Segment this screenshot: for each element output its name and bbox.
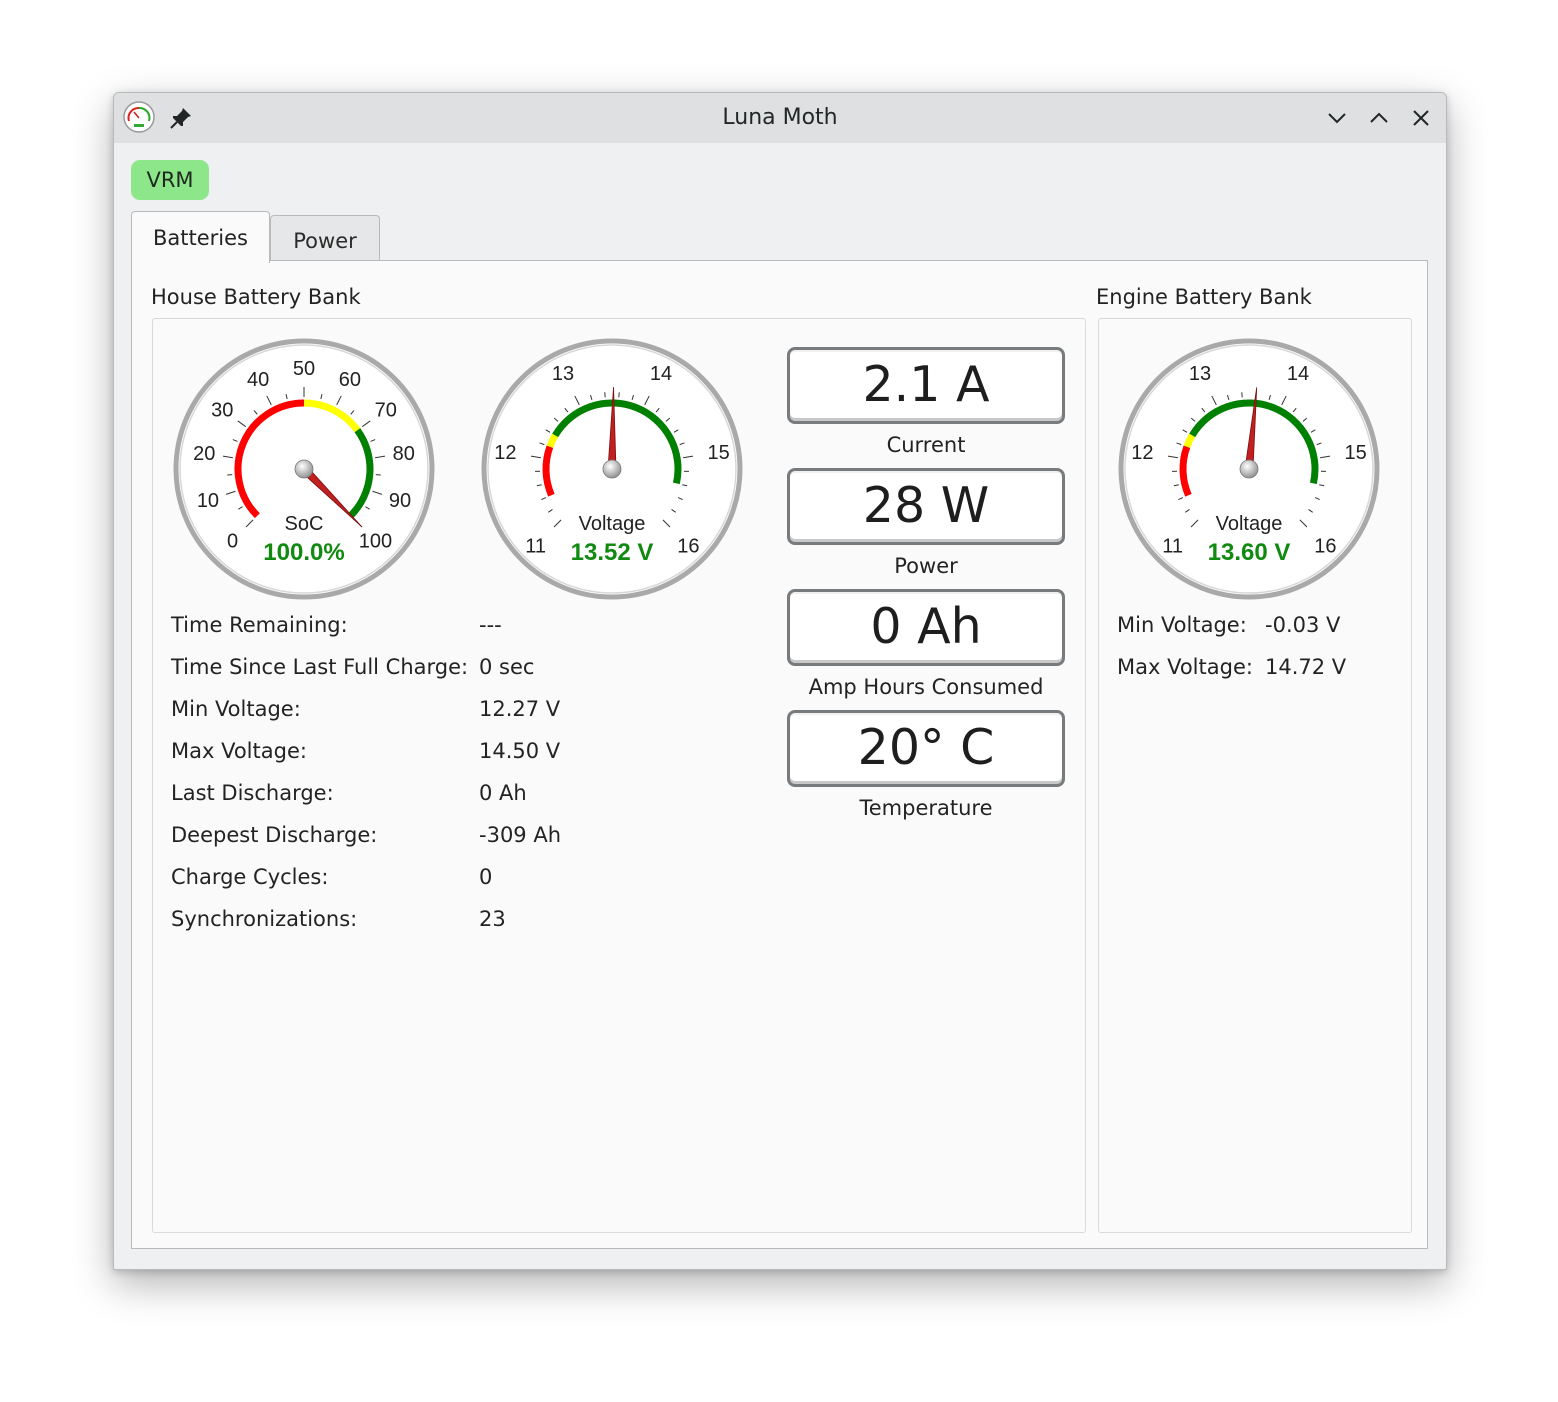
stat-value-time-since-full-charge: 0 sec bbox=[479, 655, 535, 679]
stat-label-last-discharge: Last Discharge: bbox=[171, 781, 334, 805]
house-battery-bank-title: House Battery Bank bbox=[151, 285, 361, 309]
batteries-tab-pane: House Battery Bank Engine Battery Bank 0… bbox=[131, 260, 1428, 1249]
house-voltage-gauge-tick-label: 16 bbox=[677, 535, 699, 557]
stat-value-charge-cycles: 0 bbox=[479, 865, 493, 889]
stat-label-time-remaining: Time Remaining: bbox=[171, 613, 348, 637]
temperature-display: 20° C bbox=[787, 710, 1065, 787]
vrm-button[interactable]: VRM bbox=[131, 160, 209, 200]
power-display: 28 W bbox=[787, 468, 1065, 545]
engine-voltage-gauge-value: 13.60 V bbox=[1208, 539, 1291, 566]
stat-label-synchronizations: Synchronizations: bbox=[171, 907, 358, 931]
tab-batteries[interactable]: Batteries bbox=[131, 211, 270, 263]
soc-gauge-tick-label: 70 bbox=[375, 400, 397, 422]
engine-stat-value-min-voltage: -0.03 V bbox=[1265, 613, 1341, 637]
soc-gauge-tick-label: 20 bbox=[193, 443, 215, 465]
amp-hours-caption: Amp Hours Consumed bbox=[808, 675, 1044, 699]
stat-label-charge-cycles: Charge Cycles: bbox=[171, 865, 329, 889]
tab-power[interactable]: Power bbox=[270, 215, 380, 261]
stat-value-time-remaining: --- bbox=[479, 613, 502, 637]
current-display: 2.1 A bbox=[787, 347, 1065, 424]
engine-stat-label-min-voltage: Min Voltage: bbox=[1117, 613, 1247, 637]
engine-voltage-gauge-tick-label: 11 bbox=[1162, 535, 1183, 557]
engine-stat-label-max-voltage: Max Voltage: bbox=[1117, 655, 1253, 679]
power-caption: Power bbox=[894, 554, 958, 578]
stat-label-deepest-discharge: Deepest Discharge: bbox=[171, 823, 378, 847]
engine-voltage-gauge-needle-hub bbox=[1239, 459, 1259, 479]
stat-value-last-discharge: 0 Ah bbox=[479, 781, 527, 805]
stat-value-min-voltage: 12.27 V bbox=[479, 697, 561, 721]
engine-voltage-gauge-label: Voltage bbox=[1216, 513, 1283, 535]
soc-gauge-tick-label: 10 bbox=[197, 490, 219, 512]
engine-voltage-gauge-tick-label: 13 bbox=[1189, 363, 1211, 385]
engine-voltage-gauge-tick-label: 16 bbox=[1314, 535, 1336, 557]
soc-gauge-tick-label: 30 bbox=[211, 400, 233, 422]
house-voltage-gauge-tick-label: 15 bbox=[708, 442, 730, 464]
stat-value-max-voltage: 14.50 V bbox=[479, 739, 561, 763]
soc-gauge-tick-label: 50 bbox=[293, 358, 315, 380]
current-caption: Current bbox=[886, 433, 966, 457]
minimize-button[interactable] bbox=[1324, 105, 1350, 131]
house-voltage-gauge-label: Voltage bbox=[579, 513, 646, 535]
stat-label-max-voltage: Max Voltage: bbox=[171, 739, 307, 763]
stat-label-min-voltage: Min Voltage: bbox=[171, 697, 301, 721]
engine-stat-value-max-voltage: 14.72 V bbox=[1265, 655, 1347, 679]
soc-gauge-tick-label: 0 bbox=[227, 530, 238, 552]
house-voltage-gauge-value: 13.52 V bbox=[571, 539, 654, 566]
soc-gauge-label: SoC bbox=[285, 513, 324, 535]
title-bar[interactable]: Luna Moth bbox=[114, 93, 1446, 143]
app-window: Luna Moth VRM Batteries Power House Batt… bbox=[113, 92, 1447, 1270]
window-title: Luna Moth bbox=[722, 105, 838, 130]
engine-voltage-gauge-tick-label: 14 bbox=[1287, 363, 1309, 385]
house-voltage-gauge-tick-label: 12 bbox=[494, 442, 516, 464]
soc-gauge: 0 10 20 30 40 50 60 70 80 90 100 SoC 100.0% bbox=[173, 338, 435, 600]
soc-gauge-tick-label: 90 bbox=[389, 490, 411, 512]
house-voltage-gauge-tick-label: 11 bbox=[525, 535, 546, 557]
soc-gauge-tick-label: 100 bbox=[359, 530, 392, 552]
house-voltage-gauge-tick-label: 13 bbox=[552, 363, 574, 385]
soc-gauge-tick-label: 60 bbox=[339, 369, 361, 391]
soc-gauge-value: 100.0% bbox=[263, 539, 344, 566]
house-voltage-gauge: 11 12 13 14 15 16 Voltage 13.52 V bbox=[481, 338, 743, 600]
engine-voltage-gauge-tick-label: 12 bbox=[1131, 442, 1153, 464]
engine-voltage-gauge-tick-label: 15 bbox=[1345, 442, 1367, 464]
soc-gauge-tick-label: 80 bbox=[393, 443, 415, 465]
stat-value-synchronizations: 23 bbox=[479, 907, 506, 931]
soc-gauge-needle-hub bbox=[294, 459, 314, 479]
house-voltage-gauge-tick-label: 14 bbox=[650, 363, 672, 385]
stat-value-deepest-discharge: -309 Ah bbox=[479, 823, 562, 847]
amp-hours-display: 0 Ah bbox=[787, 589, 1065, 666]
engine-voltage-gauge: 11 12 13 14 15 16 Voltage 13.60 V bbox=[1118, 338, 1380, 600]
close-button[interactable] bbox=[1408, 105, 1434, 131]
maximize-button[interactable] bbox=[1366, 105, 1392, 131]
stat-label-time-since-full-charge: Time Since Last Full Charge: bbox=[171, 655, 469, 679]
engine-battery-bank-title: Engine Battery Bank bbox=[1096, 285, 1312, 309]
house-voltage-gauge-needle-hub bbox=[602, 459, 622, 479]
soc-gauge-tick-label: 40 bbox=[247, 369, 269, 391]
temperature-caption: Temperature bbox=[859, 796, 993, 820]
